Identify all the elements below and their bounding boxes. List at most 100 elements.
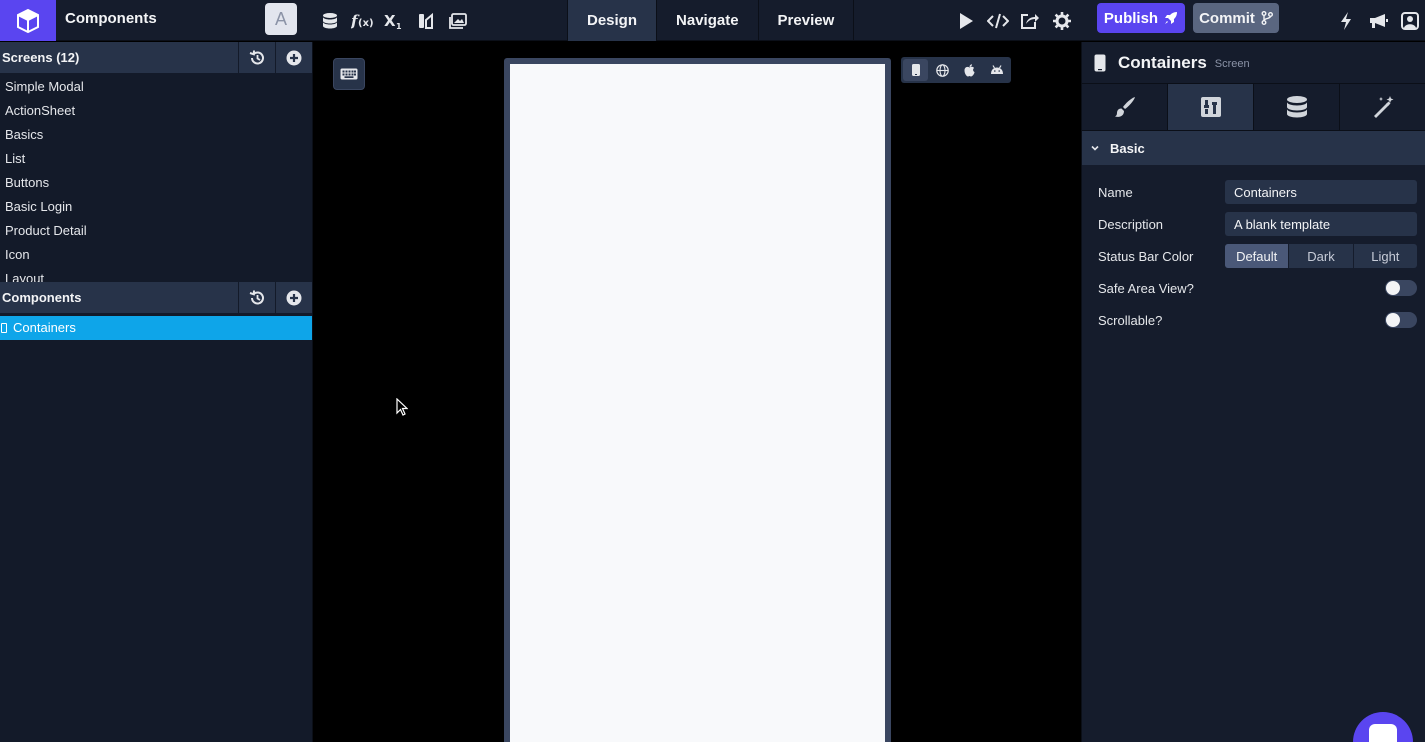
database-icon [1286, 96, 1307, 118]
safe-area-toggle[interactable] [1385, 280, 1417, 296]
properties-header: Containers Screen [1082, 42, 1425, 83]
component-item-containers[interactable]: Containers [0, 316, 312, 340]
rocket-icon [1165, 12, 1178, 24]
subscript-icon[interactable]: X1 [382, 9, 406, 33]
status-bar-light-option[interactable]: Light [1354, 244, 1417, 268]
share-icon[interactable] [1018, 9, 1042, 33]
components-history-button[interactable] [238, 282, 275, 313]
commit-button[interactable]: Commit [1193, 3, 1279, 33]
mobile-icon [911, 64, 920, 76]
description-field[interactable] [1225, 212, 1417, 236]
screen-item-buttons[interactable]: Buttons [0, 171, 312, 195]
status-bar-color-selector: Default Dark Light [1225, 244, 1417, 268]
safe-area-label: Safe Area View? [1098, 280, 1194, 296]
screen-item-list[interactable]: List [0, 147, 312, 171]
screen-item-actionsheet[interactable]: ActionSheet [0, 99, 312, 123]
properties-subtitle: Screen [1214, 58, 1250, 70]
chat-icon [1369, 724, 1397, 742]
tab-preview[interactable]: Preview [757, 0, 855, 41]
status-bar-dark-option[interactable]: Dark [1289, 244, 1354, 268]
component-item-label: Containers [13, 320, 76, 335]
components-header: Components [0, 282, 312, 313]
properties-tabs [1082, 83, 1425, 131]
bolt-icon[interactable] [1333, 9, 1359, 33]
publish-button[interactable]: Publish [1097, 3, 1185, 33]
user-icon[interactable] [1397, 9, 1423, 33]
basic-section-header[interactable]: Basic [1082, 131, 1425, 165]
scrollable-toggle[interactable] [1385, 312, 1417, 328]
screen-preview[interactable] [510, 64, 885, 742]
add-component-button[interactable] [275, 282, 312, 313]
gear-icon[interactable] [1050, 9, 1074, 33]
scrollable-label: Scrollable? [1098, 312, 1163, 328]
database-icon[interactable] [318, 9, 342, 33]
sliders-icon [1200, 97, 1221, 117]
status-bar-default-option[interactable]: Default [1225, 244, 1290, 268]
plus-circle-icon [286, 290, 302, 305]
screens-header: Screens (12) [0, 42, 312, 73]
svg-text:(x): (x) [358, 18, 373, 29]
screen-item-product-detail[interactable]: Product Detail [0, 219, 312, 243]
publish-label: Publish [1103, 9, 1159, 27]
name-label: Name [1098, 184, 1133, 200]
chevron-down-icon [1091, 145, 1099, 151]
screen-list: Simple Modal ActionSheet Basics List But… [0, 73, 312, 282]
tab-config[interactable] [1168, 84, 1254, 130]
code-icon[interactable] [986, 9, 1010, 33]
screen-item-basic-login[interactable]: Basic Login [0, 195, 312, 219]
basic-properties: Name Description Status Bar Color Defaul… [1082, 165, 1425, 336]
tab-data[interactable] [1254, 84, 1340, 130]
magic-wand-icon [1373, 96, 1393, 118]
tab-design[interactable]: Design [567, 0, 657, 41]
action-icons [954, 0, 1074, 41]
mobile-platform-button[interactable] [903, 59, 928, 81]
add-screen-button[interactable] [275, 42, 312, 73]
app-logo[interactable] [0, 0, 56, 41]
screen-item-simple-modal[interactable]: Simple Modal [0, 75, 312, 99]
plus-circle-icon [286, 50, 302, 65]
scrollable-row: Scrollable? [1098, 304, 1417, 336]
platform-switcher [901, 57, 1011, 83]
design-canvas[interactable] [314, 42, 1080, 742]
android-icon [990, 65, 1003, 74]
project-title: Components [65, 10, 157, 27]
web-platform-button[interactable] [930, 59, 955, 81]
cube-logo-icon [17, 8, 39, 33]
screen-item-layout[interactable]: Layout [0, 267, 312, 282]
screens-history-button[interactable] [238, 42, 275, 73]
screen-item-icon[interactable]: Icon [0, 243, 312, 267]
mouse-cursor-icon [396, 397, 409, 419]
toggle-knob [1386, 281, 1400, 295]
tab-interactions[interactable] [1340, 84, 1425, 130]
globe-icon [936, 63, 949, 77]
avatar[interactable]: A [265, 3, 297, 35]
name-field[interactable] [1225, 180, 1417, 204]
translate-icon[interactable] [414, 9, 438, 33]
properties-panel: Containers Screen Basic Name Description… [1081, 42, 1425, 742]
phone-icon [1, 323, 7, 333]
name-row: Name [1098, 176, 1417, 208]
screen-item-basics[interactable]: Basics [0, 123, 312, 147]
history-icon [249, 289, 264, 304]
safe-area-row: Safe Area View? [1098, 272, 1417, 304]
svg-text:X: X [384, 12, 396, 30]
paintbrush-icon [1114, 97, 1135, 117]
image-gallery-icon[interactable] [446, 9, 470, 33]
properties-title: Containers [1118, 52, 1207, 72]
history-icon [249, 49, 264, 64]
keyboard-toggle-button[interactable] [333, 58, 365, 90]
components-header-title: Components [2, 290, 82, 305]
android-platform-button[interactable] [984, 59, 1009, 81]
tab-style[interactable] [1082, 84, 1168, 130]
tab-navigate[interactable]: Navigate [656, 0, 758, 41]
play-icon[interactable] [954, 9, 978, 33]
function-icon[interactable]: f (x) [350, 9, 374, 33]
status-bar-row: Status Bar Color Default Dark Light [1098, 240, 1417, 272]
ios-platform-button[interactable] [957, 59, 982, 81]
commit-label: Commit [1199, 9, 1255, 27]
tool-icons: f (x) X1 [318, 0, 470, 41]
megaphone-icon[interactable] [1365, 9, 1391, 33]
git-branch-icon [1261, 11, 1273, 25]
apple-icon [964, 63, 975, 76]
device-frame [504, 58, 891, 742]
